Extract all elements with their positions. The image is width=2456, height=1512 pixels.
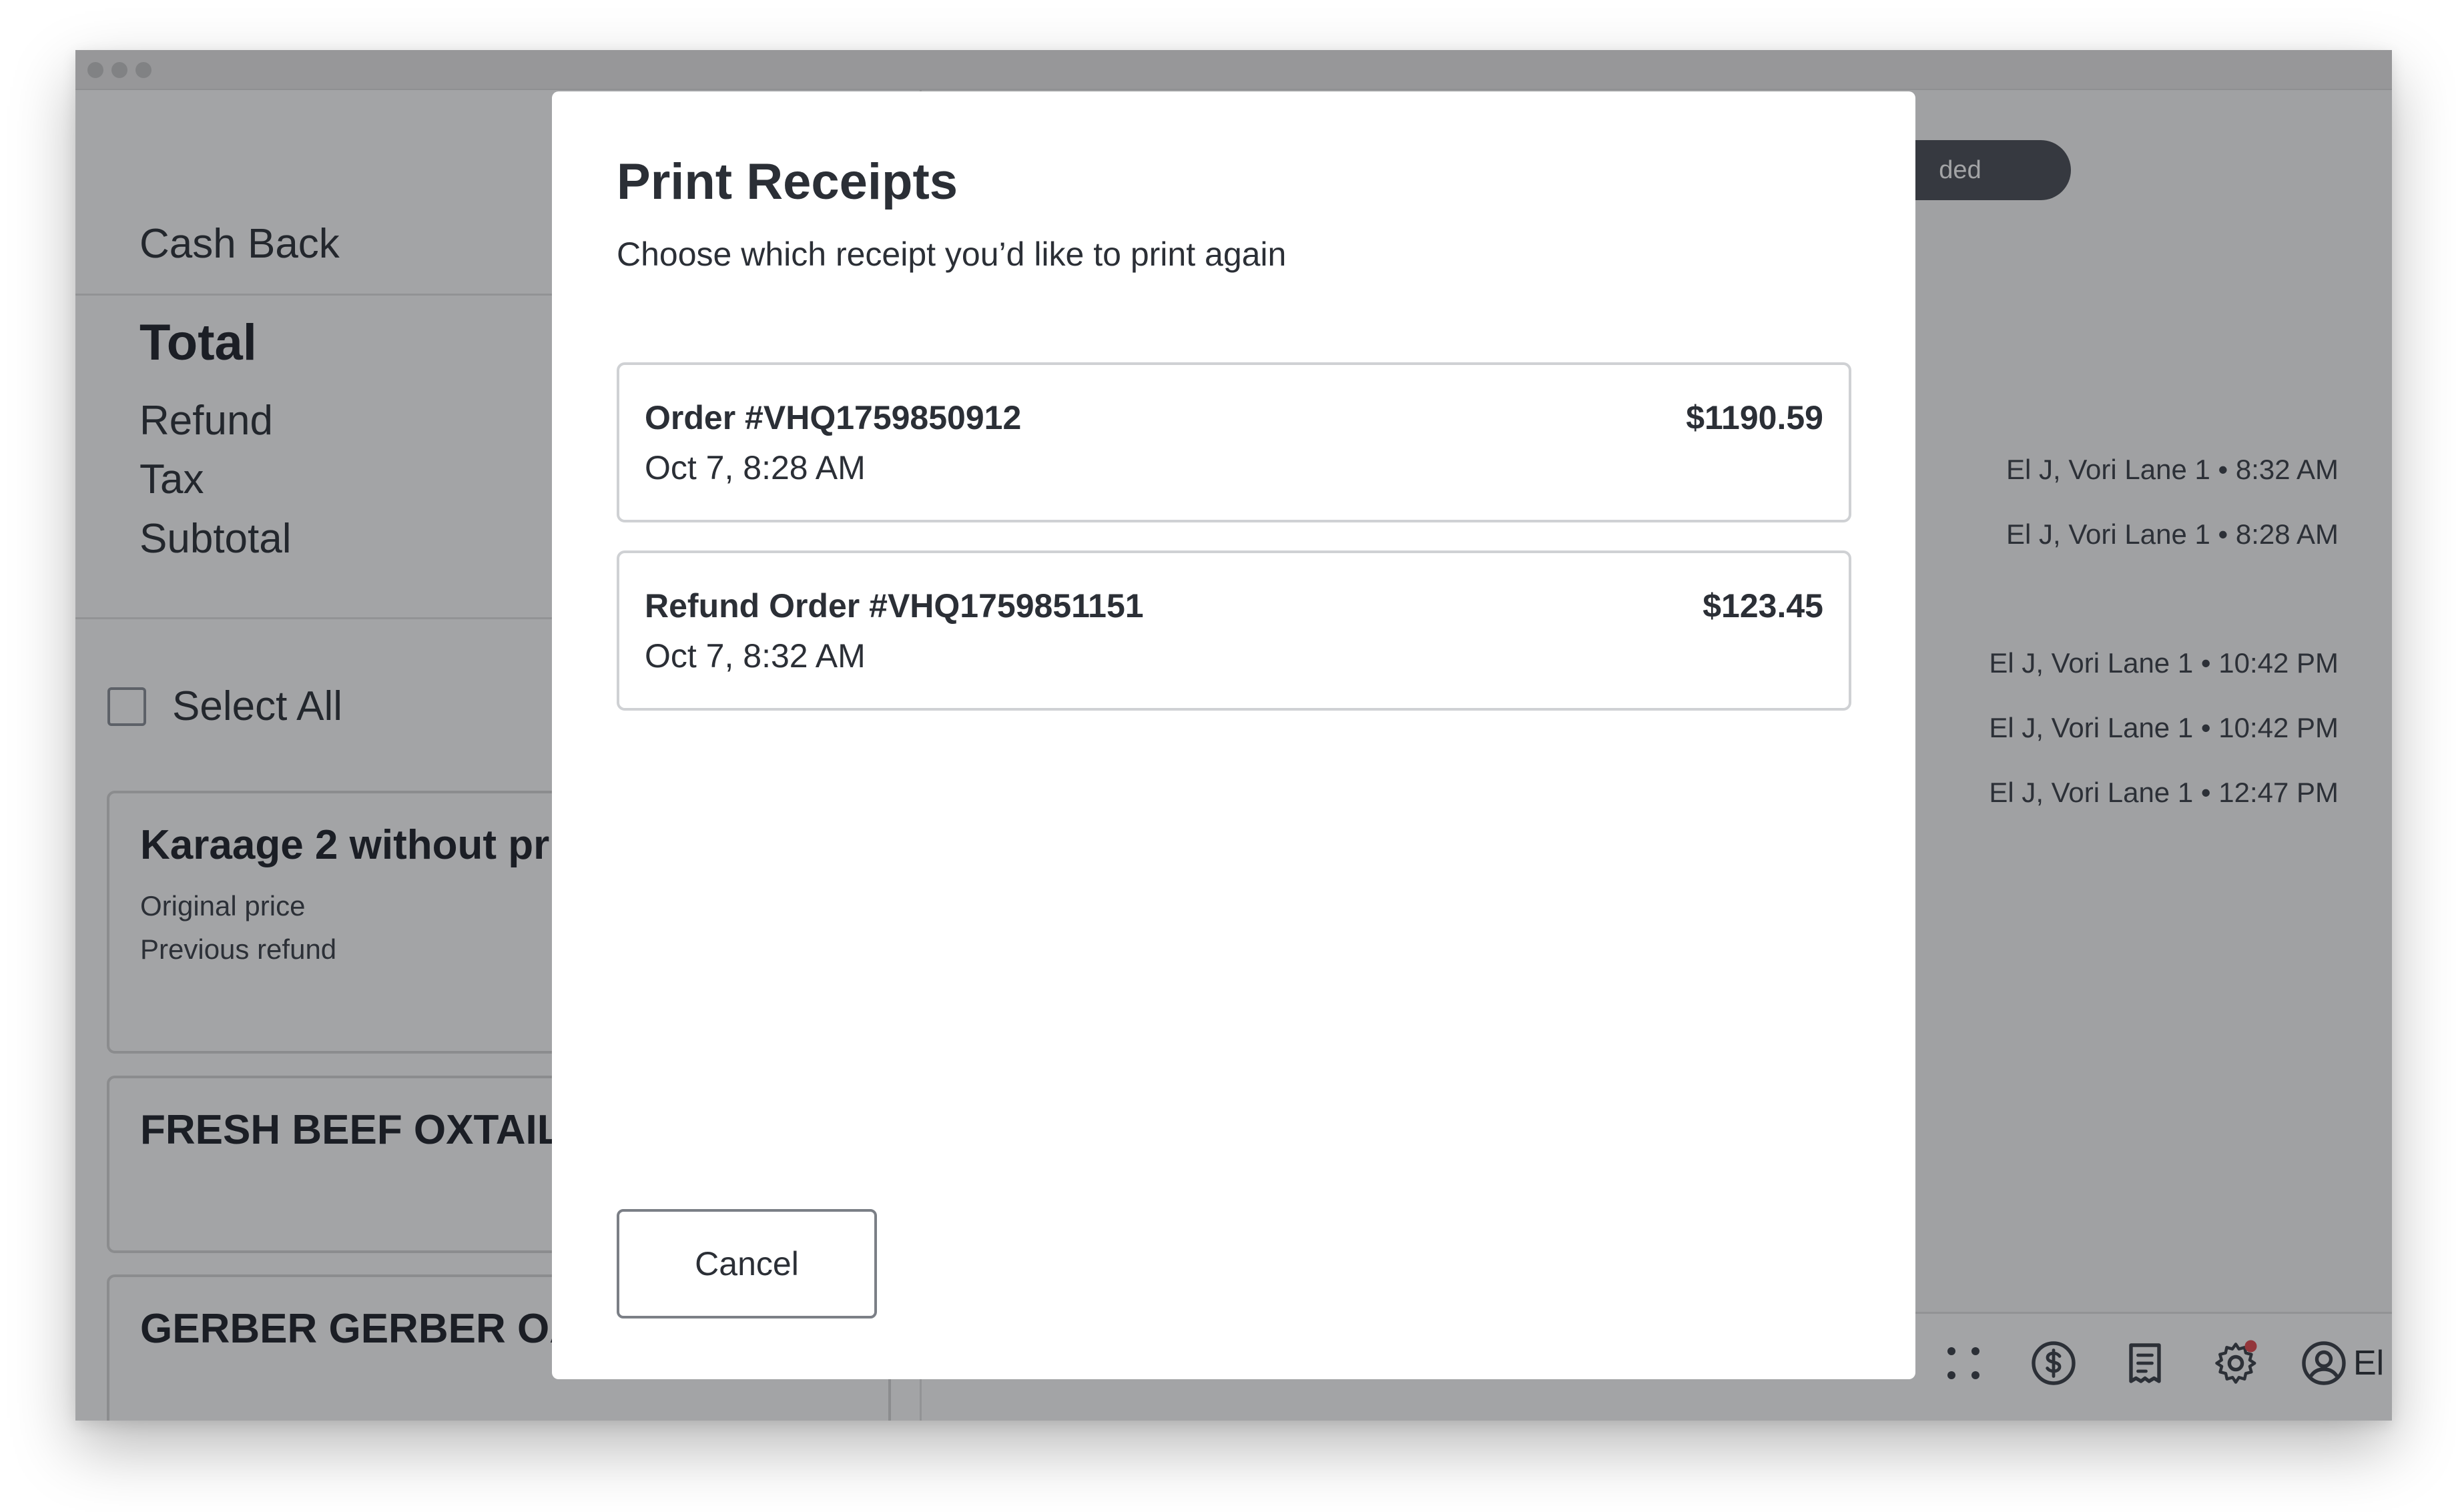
receipt-date: Oct 7, 8:32 AM [645,637,866,675]
receipt-amount: $123.45 [1703,587,1823,625]
cancel-button[interactable]: Cancel [617,1209,877,1318]
receipt-date: Oct 7, 8:28 AM [645,449,866,486]
receipt-title: Refund Order #VHQ1759851151 [645,587,1144,625]
receipt-option-order[interactable]: Order #VHQ1759850912 Oct 7, 8:28 AM $119… [617,362,1851,522]
receipt-amount: $1190.59 [1686,399,1823,436]
receipt-option-refund[interactable]: Refund Order #VHQ1759851151 Oct 7, 8:32 … [617,550,1851,711]
dialog-title: Print Receipts [617,153,958,210]
print-receipts-dialog: Print Receipts Choose which receipt you’… [552,91,1915,1379]
dialog-subtitle: Choose which receipt you’d like to print… [617,236,1287,273]
receipt-title: Order #VHQ1759850912 [645,399,1022,436]
